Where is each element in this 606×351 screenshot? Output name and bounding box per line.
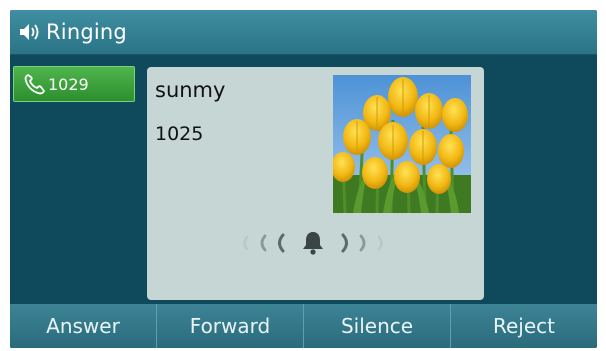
softkey-bar: Answer Forward Silence Reject <box>10 304 597 348</box>
screen-title: Ringing <box>46 20 127 44</box>
answer-button[interactable]: Answer <box>10 304 157 348</box>
line-key-1029[interactable]: 1029 <box>13 66 135 102</box>
forward-button[interactable]: Forward <box>157 304 304 348</box>
bell-icon <box>303 232 323 255</box>
silence-button[interactable]: Silence <box>304 304 451 348</box>
caller-photo <box>333 75 471 213</box>
caller-card: sunmy 1025 <box>147 67 484 300</box>
reject-button[interactable]: Reject <box>451 304 597 348</box>
caller-number: 1025 <box>155 123 204 145</box>
phone-icon <box>23 73 45 95</box>
title-bar: Ringing <box>10 10 597 55</box>
phone-screen: Ringing 1029 sunmy 1025 Answer Forward S… <box>10 10 597 348</box>
ringing-indicator <box>233 230 393 256</box>
caller-name: sunmy <box>155 78 226 102</box>
speaker-icon <box>18 21 42 43</box>
line-number: 1029 <box>48 74 89 94</box>
